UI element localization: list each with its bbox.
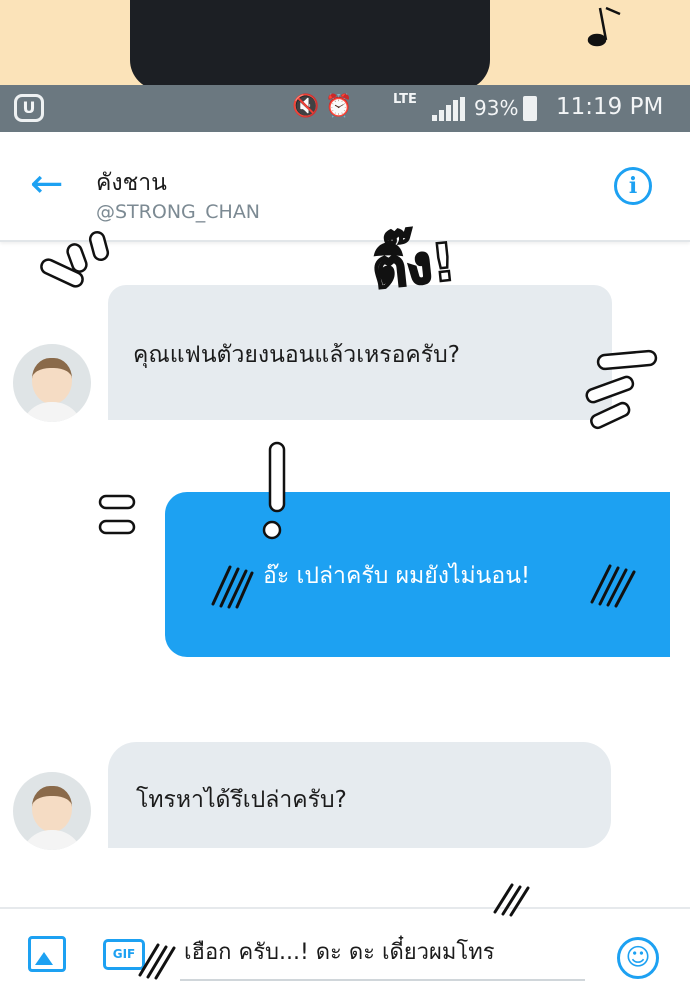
character-shirt: [130, 0, 490, 85]
contact-name: คังชาน: [96, 170, 167, 196]
message-composer: GIF เฮือก ครับ...! ดะ ดะ เดี๋ยวผมโทร ☺: [0, 907, 690, 1002]
battery-percent: 93%: [474, 96, 519, 120]
message-bubble-outgoing[interactable]: อ๊ะ เปล่าครับ ผมยังไม่นอน!: [165, 492, 670, 657]
comic-panel-top: [0, 0, 690, 85]
avatar[interactable]: [13, 344, 91, 422]
message-bubble-incoming[interactable]: คุณแฟนตัวยงนอนแล้วเหรอครับ?: [108, 285, 612, 420]
arrow-left-icon: ←: [30, 161, 64, 207]
app-logo-icon: U: [14, 94, 44, 122]
back-button[interactable]: ←: [30, 162, 78, 210]
draft-text: เฮือก ครับ...! ดะ ดะ เดี๋ยวผมโทร: [184, 940, 495, 965]
message-input[interactable]: เฮือก ครับ...! ดะ ดะ เดี๋ยวผมโทร: [180, 933, 585, 981]
avatar[interactable]: [13, 772, 91, 850]
battery-icon: [523, 96, 537, 121]
image-icon[interactable]: [28, 936, 66, 972]
alarm-icon: ⏰: [325, 94, 359, 119]
message-text: โทรหาได้รึเปล่าครับ?: [136, 787, 347, 813]
mute-icon: 🔇: [292, 94, 326, 119]
emoji-icon: ☺: [625, 943, 651, 971]
message-bubble-incoming[interactable]: โทรหาได้รึเปล่าครับ?: [108, 742, 611, 848]
avatar-body: [21, 402, 83, 422]
network-type: LTE: [393, 92, 417, 107]
avatar-face: [32, 358, 72, 404]
emoji-button[interactable]: ☺: [617, 937, 659, 979]
contact-handle: @STRONG_CHAN: [96, 201, 261, 223]
info-icon: i: [628, 173, 638, 199]
message-text: อ๊ะ เปล่าครับ ผมยังไม่นอน!: [263, 563, 531, 589]
clock: 11:19 PM: [556, 94, 664, 120]
chat-screen: ← คังชาน @STRONG_CHAN i คุณแฟนตัวยงนอนแล…: [0, 132, 690, 1002]
status-icons: 🔇⏰: [292, 94, 359, 119]
message-text: คุณแฟนตัวยงนอนแล้วเหรอครับ?: [133, 342, 460, 368]
avatar-face: [32, 786, 72, 832]
gif-icon: GIF: [112, 947, 136, 961]
info-button[interactable]: i: [614, 167, 652, 205]
status-bar: U 🔇⏰ LTE 93% 11:19 PM: [0, 85, 690, 132]
signal-icon: [432, 97, 465, 121]
avatar-body: [21, 830, 83, 850]
conversation-header: ← คังชาน @STRONG_CHAN i: [0, 132, 690, 242]
gif-button[interactable]: GIF: [103, 939, 145, 970]
